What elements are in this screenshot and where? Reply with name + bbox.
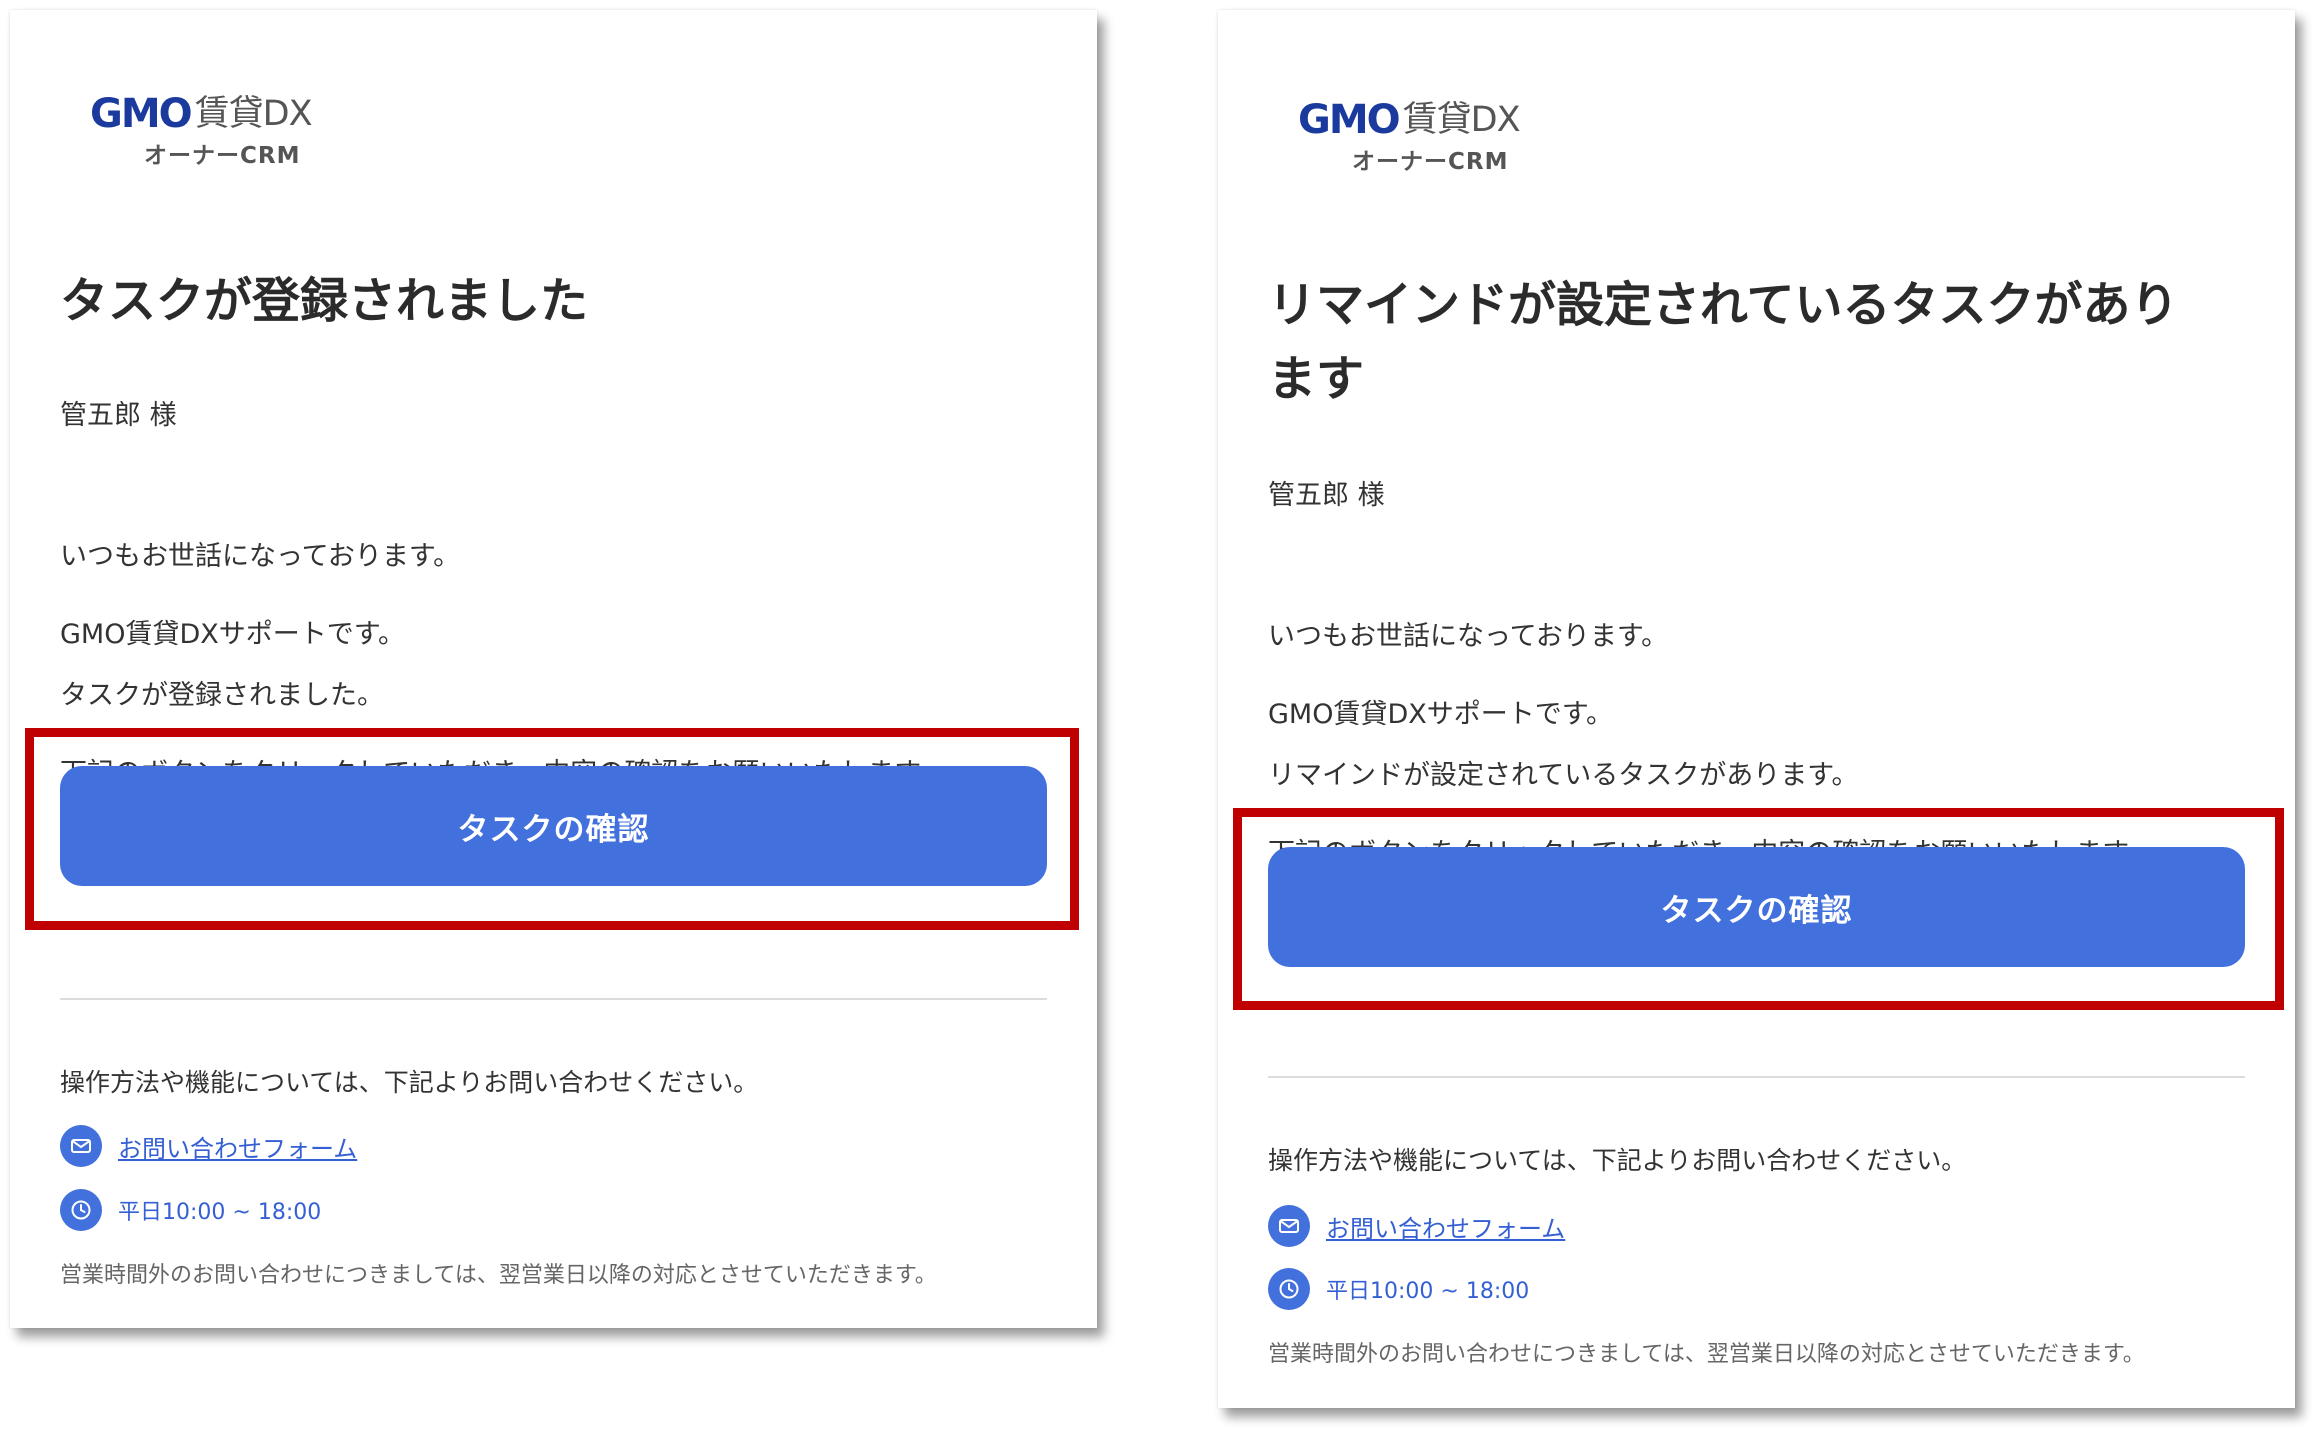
footer-intro: 操作方法や機能については、下記よりお問い合わせください。 bbox=[60, 1068, 759, 1097]
email-title-line: ます bbox=[1268, 351, 1365, 407]
business-hours-row: 平日10:00 ~ 18:00 bbox=[1268, 1267, 1529, 1311]
clock-icon bbox=[1268, 1268, 1310, 1310]
logo-brand: GMO bbox=[90, 91, 193, 137]
email-body: GMO 賃貸DX オーナーCRM タスクが登録されました 管五郎 様 いつもお世… bbox=[60, 10, 1047, 1328]
business-hours: 平日10:00 ~ 18:00 bbox=[1326, 1279, 1530, 1304]
recipient-name: 管五郎 様 bbox=[60, 400, 177, 431]
footer-intro: 操作方法や機能については、下記よりお問い合わせください。 bbox=[1268, 1146, 1967, 1175]
highlight-box bbox=[1233, 808, 2284, 1010]
contact-form-row[interactable]: お問い合わせフォーム bbox=[1268, 1204, 1565, 1248]
logo-main: GMO 賃貸DX bbox=[1298, 94, 1521, 143]
after-hours-note: 営業時間外のお問い合わせにつきましては、翌営業日以降の対応とさせていただきます。 bbox=[1268, 1342, 2145, 1367]
highlight-box bbox=[25, 728, 1079, 930]
email-title-line: タスクが登録されました bbox=[60, 273, 589, 329]
clock-icon bbox=[60, 1189, 102, 1231]
mail-icon bbox=[1268, 1205, 1310, 1247]
contact-form-link[interactable]: お問い合わせフォーム bbox=[1326, 1209, 1565, 1244]
business-hours: 平日10:00 ~ 18:00 bbox=[118, 1200, 322, 1225]
email-preview-task-registered: GMO 賃貸DX オーナーCRM タスクが登録されました 管五郎 様 いつもお世… bbox=[10, 10, 1097, 1328]
logo-product: 賃貸DX bbox=[194, 94, 313, 134]
greeting-line: いつもお世話になっております。 bbox=[1268, 621, 1669, 652]
greeting: いつもお世話になっております。 GMO賃貸DXサポートです。 bbox=[60, 498, 1047, 654]
divider bbox=[60, 998, 1047, 1000]
contact-form-link[interactable]: お問い合わせフォーム bbox=[118, 1129, 357, 1164]
greeting: いつもお世話になっております。 GMO賃貸DXサポートです。 bbox=[1268, 578, 2245, 734]
contact-form-row[interactable]: お問い合わせフォーム bbox=[60, 1124, 357, 1168]
email-title-line: リマインドが設定されているタスクがあり bbox=[1268, 277, 2179, 333]
logo-main: GMO 賃貸DX bbox=[90, 88, 313, 137]
email-preview-task-reminder: GMO 賃貸DX オーナーCRM リマインドが設定されているタスクがあり ます … bbox=[1218, 10, 2295, 1408]
divider bbox=[1268, 1076, 2245, 1078]
logo-brand: GMO bbox=[1298, 97, 1401, 143]
email-title: リマインドが設定されているタスクがあり ます bbox=[1268, 268, 2245, 416]
recipient-name: 管五郎 様 bbox=[1268, 480, 1385, 511]
email-body: GMO 賃貸DX オーナーCRM リマインドが設定されているタスクがあり ます … bbox=[1268, 10, 2245, 1408]
business-hours-row: 平日10:00 ~ 18:00 bbox=[60, 1188, 321, 1232]
logo-subtitle: オーナーCRM bbox=[144, 143, 301, 169]
message-line: タスクが登録されました。 bbox=[60, 680, 384, 711]
after-hours-note: 営業時間外のお問い合わせにつきましては、翌営業日以降の対応とさせていただきます。 bbox=[60, 1263, 937, 1288]
brand-logo: GMO 賃貸DX オーナーCRM bbox=[90, 88, 360, 169]
logo-product: 賃貸DX bbox=[1402, 100, 1521, 140]
brand-logo: GMO 賃貸DX オーナーCRM bbox=[1298, 94, 1568, 175]
mail-icon bbox=[60, 1125, 102, 1167]
logo-subtitle: オーナーCRM bbox=[1352, 149, 1509, 175]
greeting-line: いつもお世話になっております。 bbox=[60, 541, 461, 572]
message-line: リマインドが設定されているタスクがあります。 bbox=[1268, 760, 1859, 791]
email-title: タスクが登録されました bbox=[60, 264, 1047, 338]
